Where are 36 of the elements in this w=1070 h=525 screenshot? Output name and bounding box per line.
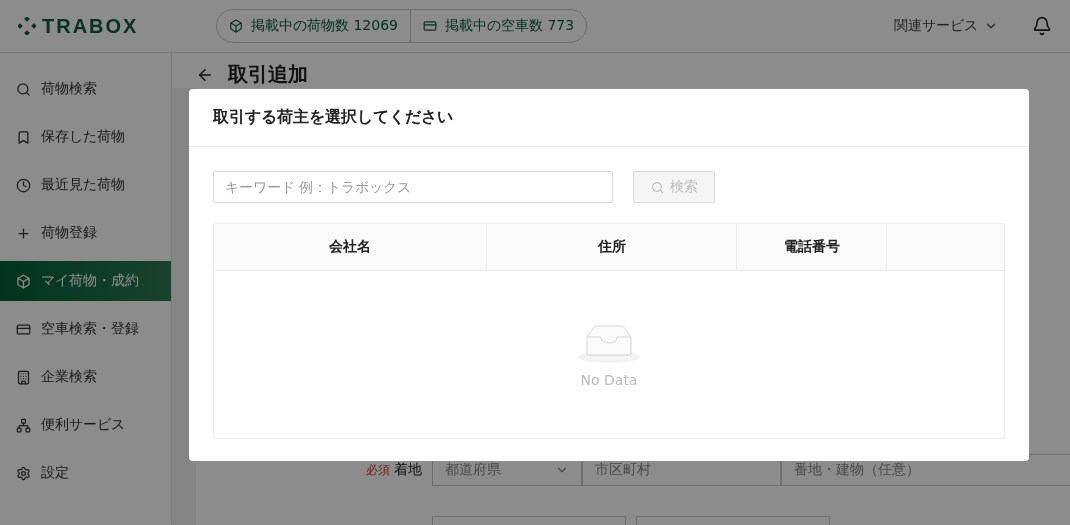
sidebar-item[interactable]: 荷物検索 (0, 69, 171, 109)
settings-icon (16, 465, 31, 481)
sidebar-item[interactable]: 企業検索 (0, 357, 171, 397)
logo-icon (18, 17, 36, 35)
stat-label[interactable]: 掲載中の荷物数 12069 (251, 17, 398, 35)
plus-icon (16, 225, 31, 241)
bookmark-icon (16, 129, 31, 145)
stat-label[interactable]: 掲載中の空車数 773 (445, 17, 575, 35)
bell-icon[interactable] (1032, 16, 1052, 36)
sidebar-item[interactable]: 設定 (0, 453, 171, 493)
panel-icon (16, 321, 31, 337)
column-header: 会社名 (328, 237, 372, 256)
sidebar-item[interactable]: 荷物登録 (0, 213, 171, 253)
column-header: 住所 (486, 224, 736, 270)
clock-icon (16, 177, 31, 193)
field-label: 着地 (394, 461, 422, 477)
sidebar-item[interactable]: 最近見た荷物 (0, 165, 171, 205)
logo[interactable]: TRABOX (18, 14, 216, 38)
sidebar-item[interactable]: 保存した荷物 (0, 117, 171, 157)
services-menu[interactable]: 関連サービス (894, 17, 998, 35)
sidebar-item[interactable]: 便利サービス (0, 405, 171, 445)
network-icon (16, 417, 31, 433)
cube-icon (16, 273, 31, 289)
search-icon (16, 81, 31, 97)
page-title: 取引追加 (228, 61, 308, 88)
sidebar-item[interactable]: マイ荷物・成約 (0, 261, 171, 301)
dialog-title: 取引する荷主を選択してください (213, 107, 453, 128)
logo-text: TRABOX (42, 14, 139, 38)
search-icon (650, 180, 664, 194)
empty-text: No Data (580, 371, 638, 388)
sidebar-item[interactable]: 空車検索・登録 (0, 309, 171, 349)
cube-icon (229, 19, 243, 33)
building-icon (16, 369, 31, 385)
required-label: 必須 (366, 463, 390, 477)
column-header: 電話番号 (736, 224, 886, 270)
panel-icon (423, 19, 437, 33)
